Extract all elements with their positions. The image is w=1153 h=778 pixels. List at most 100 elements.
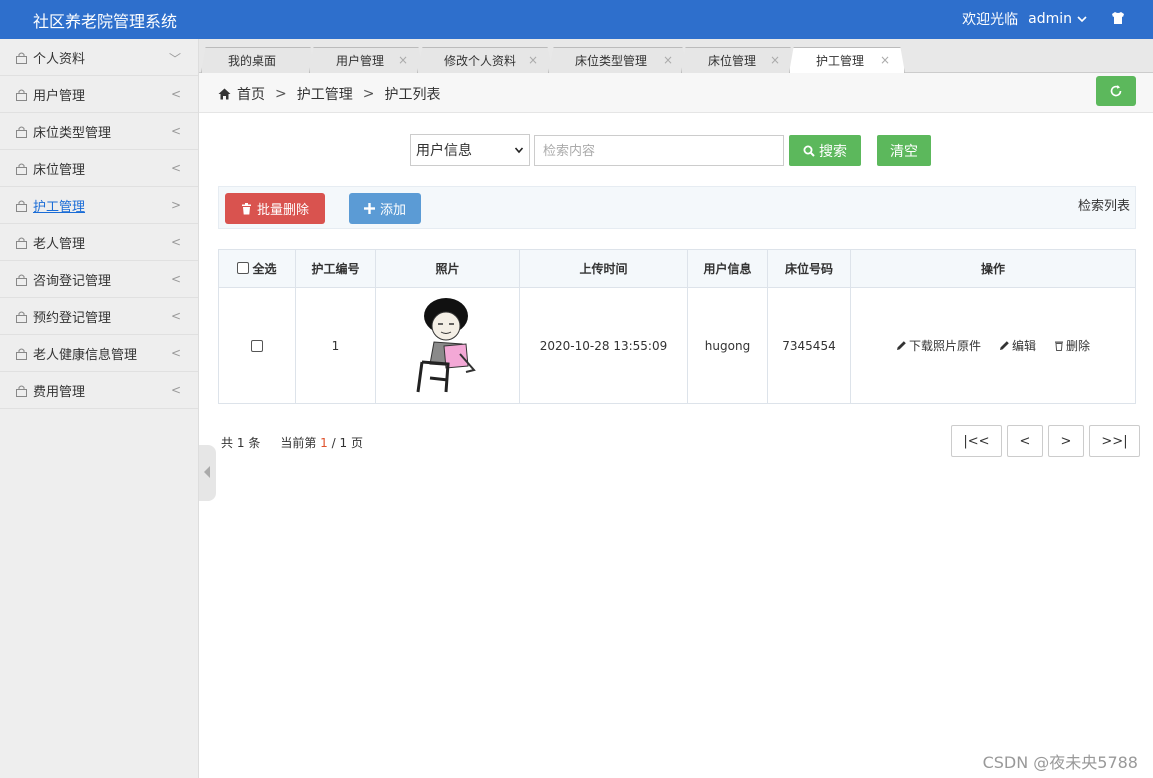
user-menu[interactable]: admin: [1028, 11, 1088, 27]
sidebar-item-appointments[interactable]: 预约登记管理 <: [0, 298, 198, 335]
pager-pages-suffix: 页: [350, 436, 363, 450]
lock-icon: [16, 163, 27, 175]
pager-info: 共 1 条 当前第 1 / 1 页: [221, 434, 363, 451]
delete-label: 删除: [1066, 339, 1091, 353]
tab-edit-profile[interactable]: 修改个人资料 ×: [417, 47, 553, 73]
tab-label: 护工管理: [816, 54, 865, 68]
row-id: 1: [295, 287, 376, 404]
table-header-row: 全选 护工编号 照片 上传时间 用户信息 床位号码 操作: [218, 249, 1136, 288]
app-title: 社区养老院管理系统: [33, 12, 178, 31]
chevron-left-icon: <: [170, 235, 181, 249]
last-page-button[interactable]: >>|: [1089, 425, 1140, 457]
tab-strip: 我的桌面 用户管理 × 修改个人资料 × 床位类型管理 × 床位管理 × 护工管…: [199, 39, 1153, 73]
sidebar-item-caregivers[interactable]: 护工管理 >: [0, 187, 198, 224]
row-upload-time: 2020-10-28 13:55:09: [519, 287, 688, 404]
tab-users[interactable]: 用户管理 ×: [309, 47, 423, 73]
chevron-left-icon: <: [170, 383, 181, 397]
prev-page-button[interactable]: <: [1007, 425, 1043, 457]
row-user-info: hugong: [687, 287, 768, 404]
sidebar-item-profile[interactable]: 个人资料 ﹀: [0, 39, 198, 76]
pager-current: 当前第 1 / 1 页: [280, 434, 363, 451]
add-label: 添加: [379, 203, 406, 218]
breadcrumb-separator: >: [275, 86, 287, 102]
sidebar-collapse-handle[interactable]: [199, 445, 216, 501]
sidebar-item-health[interactable]: 老人健康信息管理 <: [0, 335, 198, 372]
pager-total-prefix: 共: [221, 436, 234, 450]
breadcrumb-home[interactable]: 首页: [237, 84, 265, 104]
select-all-checkbox[interactable]: [237, 262, 250, 275]
delete-link[interactable]: 删除: [1054, 337, 1090, 354]
search-button[interactable]: 搜索: [789, 135, 861, 166]
lock-icon: [16, 311, 27, 323]
sidebar-item-label: 费用管理: [33, 384, 86, 400]
pager-current-page: 1: [320, 436, 328, 450]
sidebar-item-fees[interactable]: 费用管理 <: [0, 372, 198, 409]
shirt-icon[interactable]: [1110, 10, 1126, 26]
download-photo-label: 下载照片原件: [908, 339, 981, 353]
tab-label: 修改个人资料: [444, 54, 517, 68]
tab-beds[interactable]: 床位管理 ×: [681, 47, 795, 73]
close-icon[interactable]: ×: [663, 53, 673, 67]
clear-button[interactable]: 清空: [877, 135, 931, 166]
header-upload-time: 上传时间: [519, 249, 688, 288]
header-select-all[interactable]: 全选: [218, 249, 296, 288]
pager-total: 共 1 条: [221, 434, 260, 451]
next-page-button[interactable]: >: [1048, 425, 1084, 457]
edit-label: 编辑: [1011, 339, 1036, 353]
sidebar-item-beds[interactable]: 床位管理 <: [0, 150, 198, 187]
pager-page-count: 1: [339, 436, 348, 450]
chevron-left-icon: <: [170, 309, 181, 323]
download-photo-link[interactable]: 下载照片原件: [896, 337, 981, 354]
breadcrumb-bar: 首页 > 护工管理 > 护工列表: [199, 73, 1153, 113]
top-header: 社区养老院管理系统 欢迎光临 admin: [0, 0, 1153, 39]
row-checkbox[interactable]: [251, 340, 263, 352]
sidebar-item-label: 个人资料: [33, 51, 86, 67]
search-field-select[interactable]: 用户信息: [410, 134, 530, 166]
tab-bed-types[interactable]: 床位类型管理 ×: [548, 47, 688, 73]
table-row: 1 2020-10-28 13:55:09 hugong 7345454 下载照…: [218, 287, 1136, 404]
sidebar-item-label: 床位管理: [33, 162, 86, 178]
pencil-icon: [896, 341, 906, 350]
close-icon[interactable]: ×: [770, 53, 780, 67]
caret-left-icon: [204, 466, 210, 478]
tab-caregivers[interactable]: 护工管理 ×: [789, 47, 905, 73]
add-button[interactable]: 添加: [349, 193, 421, 224]
breadcrumb-level1[interactable]: 护工管理: [297, 84, 353, 104]
lock-icon: [16, 52, 27, 64]
sidebar-item-label: 护工管理: [33, 199, 86, 215]
lock-icon: [16, 237, 27, 249]
search-input[interactable]: [534, 135, 784, 166]
sidebar-item-users[interactable]: 用户管理 <: [0, 76, 198, 113]
caregiver-photo[interactable]: [408, 294, 488, 394]
batch-delete-button[interactable]: 批量删除: [225, 193, 325, 224]
welcome-text: 欢迎光临: [962, 12, 1019, 28]
chevron-down-icon: ﹀: [168, 52, 181, 66]
list-title: 检索列表: [1077, 199, 1130, 214]
tab-label: 床位类型管理: [575, 54, 648, 68]
breadcrumb-current: 护工列表: [384, 87, 441, 103]
sidebar-item-bed-types[interactable]: 床位类型管理 <: [0, 113, 198, 150]
edit-link[interactable]: 编辑: [999, 337, 1036, 354]
sidebar-item-label: 咨询登记管理: [33, 273, 112, 289]
close-icon[interactable]: ×: [528, 53, 538, 67]
close-icon[interactable]: ×: [880, 53, 890, 67]
sidebar: 个人资料 ﹀ 用户管理 < 床位类型管理 < 床位管理 < 护工管理 > 老人管…: [0, 39, 199, 778]
close-icon[interactable]: ×: [398, 53, 408, 67]
chevron-down-icon: [514, 147, 524, 154]
caregiver-table: 全选 护工编号 照片 上传时间 用户信息 床位号码 操作 1 2020-10-2…: [218, 249, 1136, 404]
header-ops: 操作: [850, 249, 1136, 288]
chevron-right-icon: >: [170, 198, 181, 212]
lock-icon: [16, 200, 27, 212]
sidebar-item-label: 预约登记管理: [33, 310, 112, 326]
watermark: CSDN @夜未央5788: [982, 753, 1138, 772]
refresh-button[interactable]: [1096, 76, 1136, 106]
tab-desktop[interactable]: 我的桌面: [201, 47, 315, 73]
plus-icon: [363, 203, 375, 214]
row-photo-cell: [375, 287, 520, 404]
search-select-value: 用户信息: [416, 143, 472, 159]
chevron-left-icon: <: [170, 124, 181, 138]
sidebar-item-elders[interactable]: 老人管理 <: [0, 224, 198, 261]
sidebar-item-consultations[interactable]: 咨询登记管理 <: [0, 261, 198, 298]
search-icon: [803, 145, 815, 157]
first-page-button[interactable]: |<<: [951, 425, 1002, 457]
